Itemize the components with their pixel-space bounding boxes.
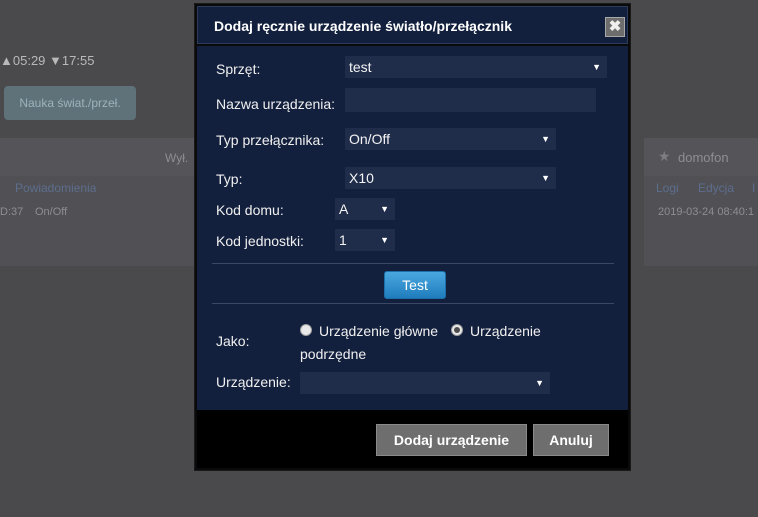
hardware-label: Sprzęt: <box>216 61 261 77</box>
device-select[interactable]: ▼ <box>300 372 550 394</box>
logs-link[interactable]: Logi <box>656 181 679 195</box>
main-device-option-label: Urządzenie główne <box>319 323 439 339</box>
chevron-down-icon: ▼ <box>541 134 550 144</box>
house-code-label: Kod domu: <box>216 202 284 218</box>
hardware-value: test <box>349 59 372 75</box>
sub-device-option-label-cont: podrzędne <box>300 346 367 362</box>
type-label: Typ: <box>216 171 243 187</box>
type-value: X10 <box>349 170 374 186</box>
sunrise-time: 05:29 <box>12 53 46 68</box>
chevron-down-icon: ▼ <box>592 62 601 72</box>
divider <box>212 263 614 264</box>
device-name: domofon <box>678 150 729 165</box>
type-select[interactable]: X10 ▼ <box>345 167 556 189</box>
last-update-time: D:37 <box>0 206 24 218</box>
chevron-down-icon: ▼ <box>380 235 389 245</box>
device-switch-type: On/Off <box>35 206 68 218</box>
test-button[interactable]: Test <box>384 271 446 299</box>
sun-info: ▲05:29 ▼17:55 <box>0 53 94 68</box>
switch-type-label: Typ przełącznika: <box>216 132 325 148</box>
device-name-label: Nazwa urządzenia: <box>216 96 336 112</box>
dialog-header: Dodaj ręcznie urządzenie światło/przełąc… <box>197 6 628 44</box>
edit-link[interactable]: Edycja <box>698 181 734 195</box>
house-code-value: A <box>339 201 349 217</box>
sunset-icon: ▼ <box>49 53 62 68</box>
sunset-time: 17:55 <box>61 53 95 68</box>
chevron-down-icon: ▼ <box>535 378 544 388</box>
house-code-select[interactable]: A ▼ <box>335 198 395 220</box>
cancel-button[interactable]: Anuluj <box>533 424 609 456</box>
notifications-link[interactable]: Powiadomienia <box>15 181 96 195</box>
chevron-down-icon: ▼ <box>541 173 550 183</box>
sunrise-icon: ▲ <box>0 53 13 68</box>
dialog-title: Dodaj ręcznie urządzenie światło/przełąc… <box>214 18 512 34</box>
device-status: Wył. <box>165 151 189 165</box>
dialog-footer: Dodaj urządzenie Anuluj <box>197 410 628 468</box>
sub-device-radio[interactable] <box>451 324 463 336</box>
unit-code-select[interactable]: 1 ▼ <box>335 229 395 251</box>
switch-type-value: On/Off <box>349 131 390 147</box>
learn-light-switch-button[interactable]: Nauka świat./przeł. <box>4 86 136 120</box>
as-label: Jako: <box>216 333 250 349</box>
sub-device-option-label: Urządzenie <box>470 323 541 339</box>
device-label: Urządzenie: <box>216 374 291 390</box>
device-name-input[interactable] <box>345 88 596 112</box>
favorite-star-icon[interactable]: ★ <box>658 148 671 165</box>
divider <box>212 303 614 304</box>
unit-code-label: Kod jednostki: <box>216 233 304 249</box>
chevron-down-icon: ▼ <box>380 204 389 214</box>
add-device-button[interactable]: Dodaj urządzenie <box>376 424 527 456</box>
add-light-switch-dialog: Dodaj ręcznie urządzenie światło/przełąc… <box>194 3 631 471</box>
unit-code-value: 1 <box>339 232 347 248</box>
last-update-date: 2019-03-24 08:40:1 <box>658 206 755 218</box>
close-icon[interactable]: ✖ <box>605 17 625 37</box>
more-link[interactable]: I <box>752 181 755 195</box>
dialog-body: Sprzęt: test ▼ Nazwa urządzenia: Typ prz… <box>197 46 628 410</box>
hardware-select[interactable]: test ▼ <box>345 56 607 78</box>
switch-type-select[interactable]: On/Off ▼ <box>345 128 556 150</box>
main-device-radio[interactable] <box>300 324 312 336</box>
